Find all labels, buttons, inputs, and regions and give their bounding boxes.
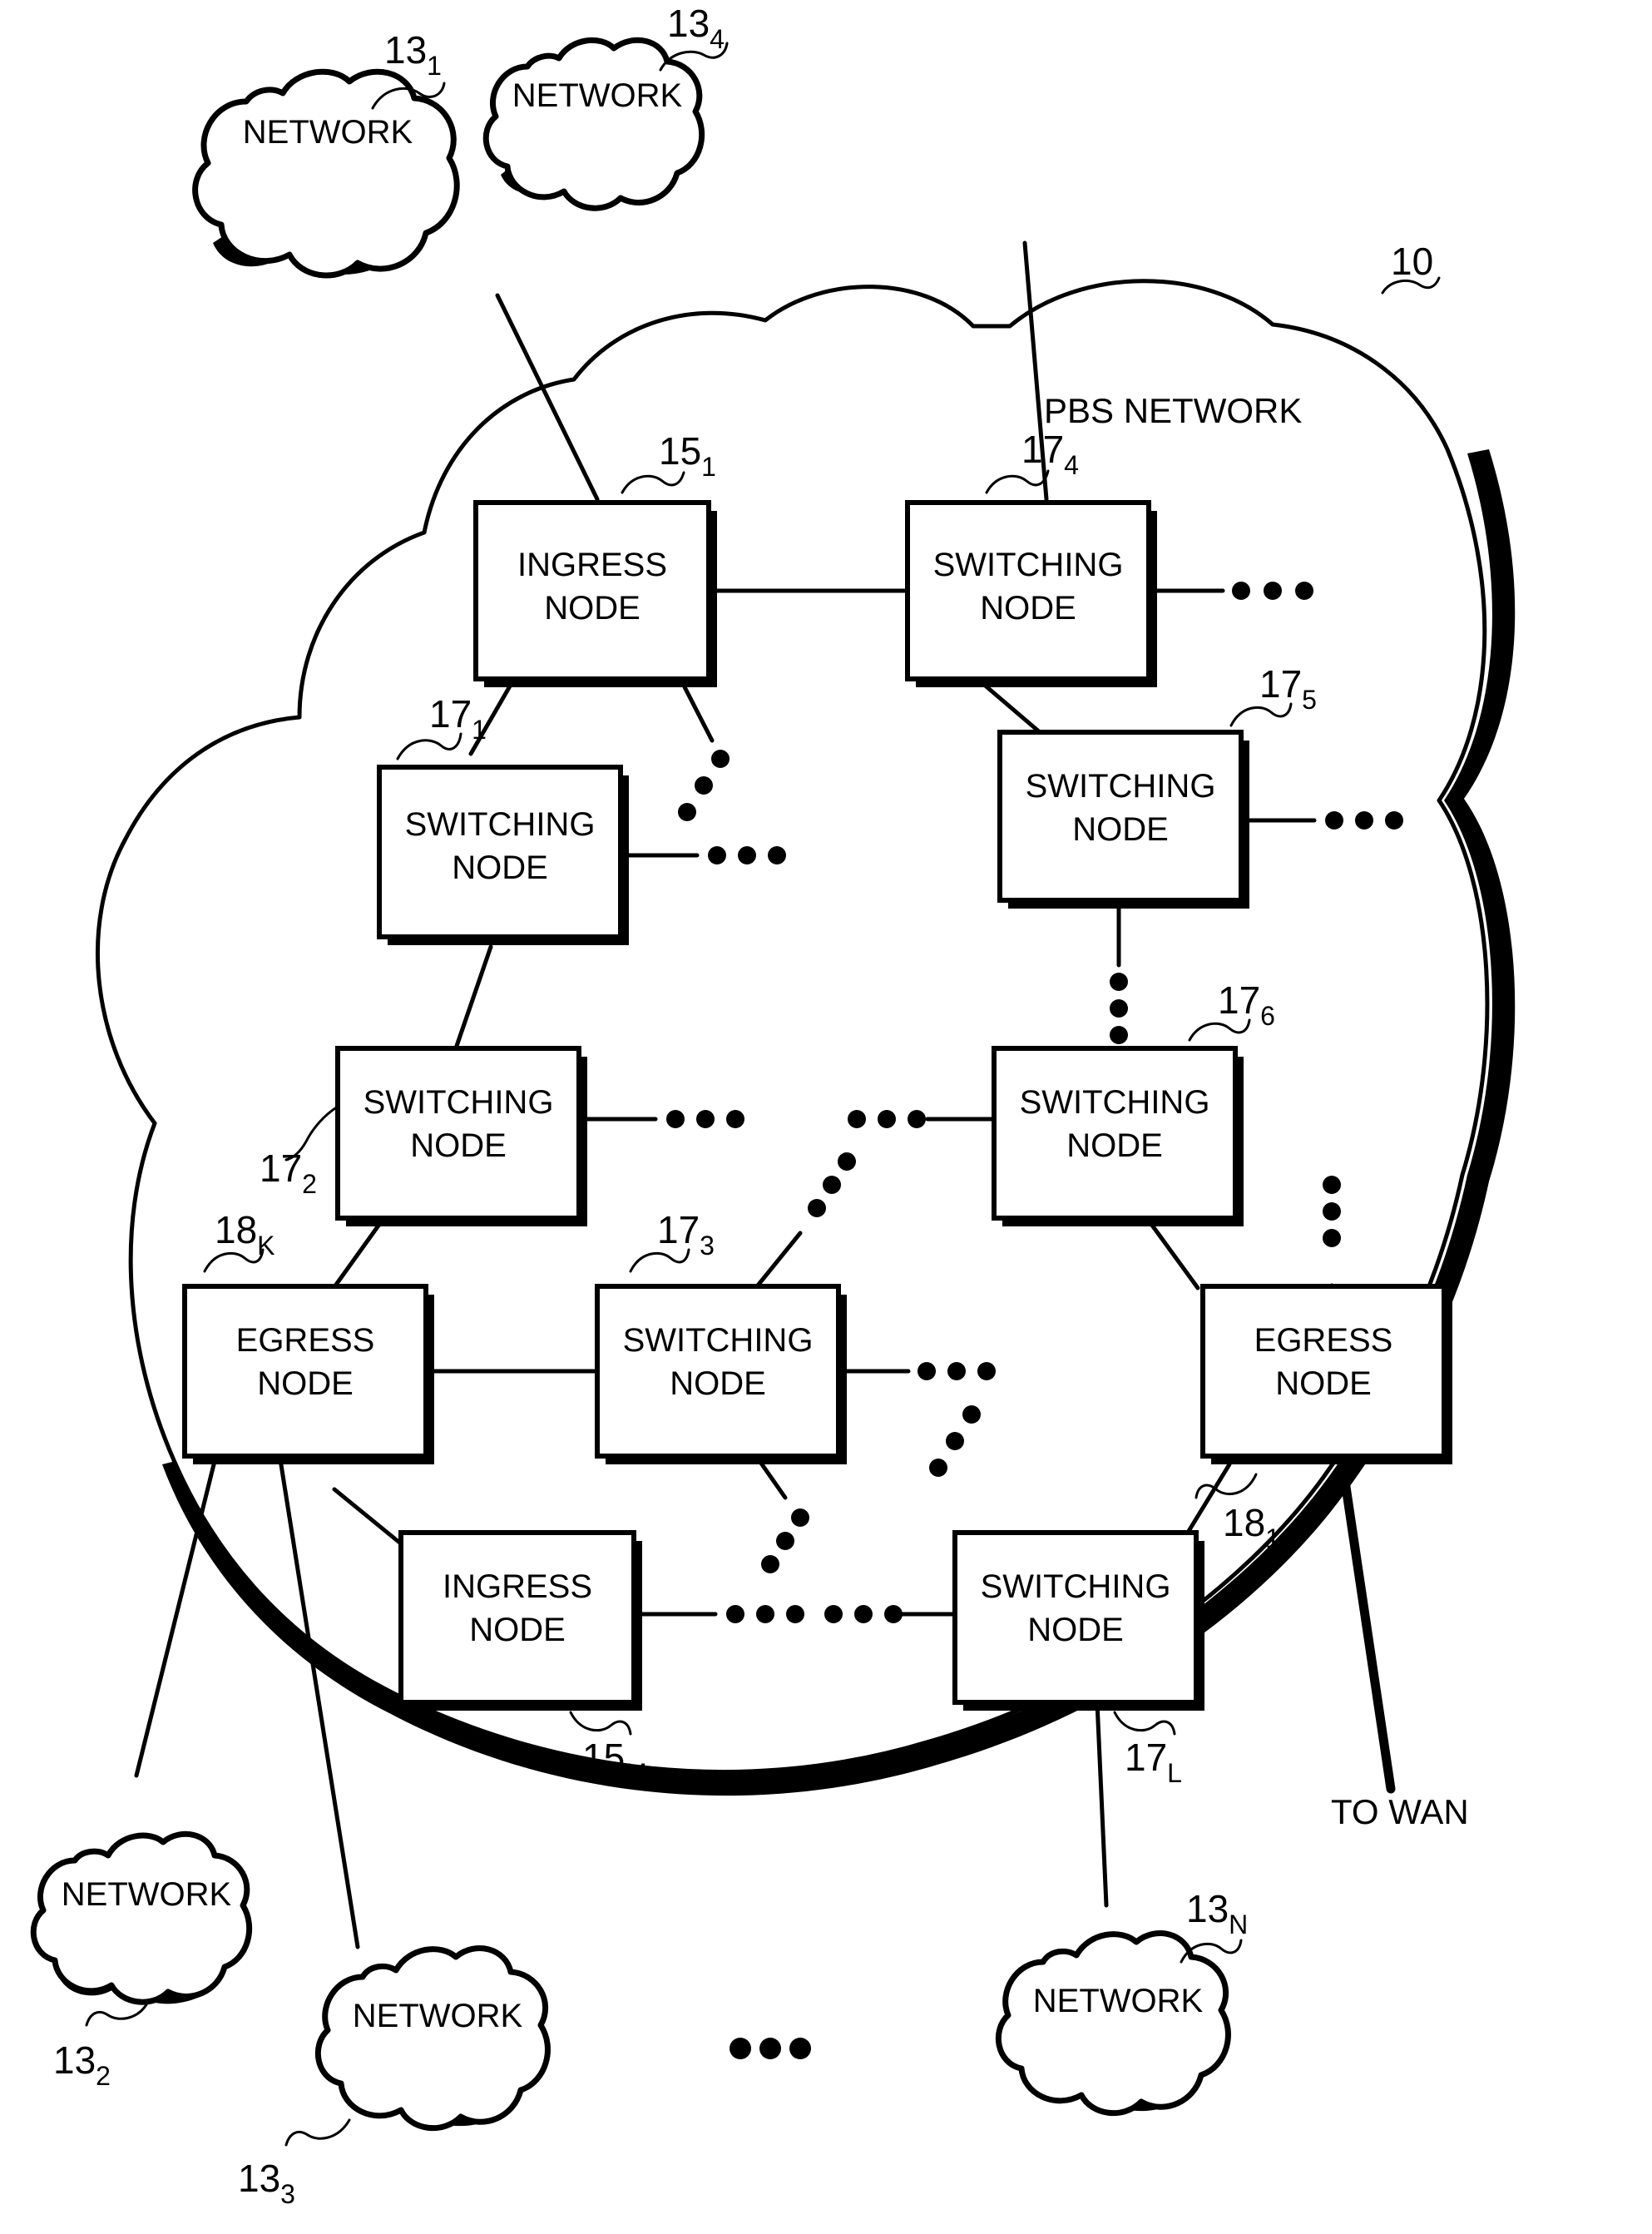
cloud-13-3-label: NETWORK [353,1998,523,2034]
node-ingress-15-1-line2: NODE [544,590,641,627]
node-switching-17-1-line2: NODE [452,850,548,886]
node-switching-17-2[interactable]: SWITCHING NODE [335,1046,587,1226]
node-ingress-15-m-line1: INGRESS [443,1568,592,1605]
node-switching-17-4[interactable]: SWITCHING NODE [905,500,1157,687]
node-switching-17-l-line2: NODE [1027,1612,1124,1648]
patent-figure-pbs-network: PBS NETWORK 10 INGRESS NODE 151 SWITCHIN… [0,0,1652,2234]
ref-10-label: 10 [1391,240,1433,283]
node-ingress-15-m[interactable]: INGRESS NODE [398,1530,642,1711]
node-switching-17-1-line1: SWITCHING [405,806,596,843]
node-switching-17-1[interactable]: SWITCHING NODE [377,765,629,945]
cloud-13-n-label: NETWORK [1033,1983,1204,2019]
node-switching-17-3-line1: SWITCHING [623,1322,814,1359]
cloud-13-2-label: NETWORK [62,1876,232,1913]
node-ingress-15-1-line1: INGRESS [517,547,667,583]
node-switching-17-6[interactable]: SWITCHING NODE [992,1046,1244,1226]
node-egress-18-1-line2: NODE [1275,1365,1372,1402]
cloud-13-2: NETWORK [30,1830,253,2005]
node-egress-18-1-line1: EGRESS [1254,1322,1393,1359]
node-switching-17-6-line1: SWITCHING [1020,1084,1210,1121]
cloud-13-1-label: NETWORK [243,114,413,151]
node-switching-17-3[interactable]: SWITCHING NODE [595,1284,847,1464]
node-switching-17-l-line1: SWITCHING [981,1568,1171,1605]
cloud-13-4: NETWORK [482,37,705,211]
node-ingress-15-m-line2: NODE [469,1612,566,1648]
cloud-13-4-label: NETWORK [512,77,683,114]
node-egress-18-k-line1: EGRESS [236,1322,375,1359]
cloud-13-1: NETWORK [192,68,460,279]
node-switching-17-l[interactable]: SWITCHING NODE [952,1530,1204,1711]
node-egress-18-k-line2: NODE [257,1365,354,1402]
pbs-network-title: PBS NETWORK [1044,391,1302,430]
node-switching-17-2-line2: NODE [410,1127,507,1164]
node-switching-17-4-line1: SWITCHING [933,547,1124,583]
node-switching-17-3-line2: NODE [670,1365,766,1402]
node-switching-17-5-line2: NODE [1072,811,1169,848]
node-switching-17-5-line1: SWITCHING [1026,768,1216,805]
node-egress-18-1[interactable]: EGRESS NODE [1200,1284,1452,1464]
node-switching-17-5[interactable]: SWITCHING NODE [997,730,1249,909]
node-switching-17-4-line2: NODE [980,590,1076,627]
node-switching-17-2-line1: SWITCHING [364,1084,554,1121]
node-switching-17-6-line2: NODE [1066,1127,1163,1164]
to-wan-label: TO WAN [1331,1792,1469,1831]
node-egress-18-k[interactable]: EGRESS NODE [182,1284,434,1464]
node-ingress-15-1[interactable]: INGRESS NODE [473,500,717,687]
